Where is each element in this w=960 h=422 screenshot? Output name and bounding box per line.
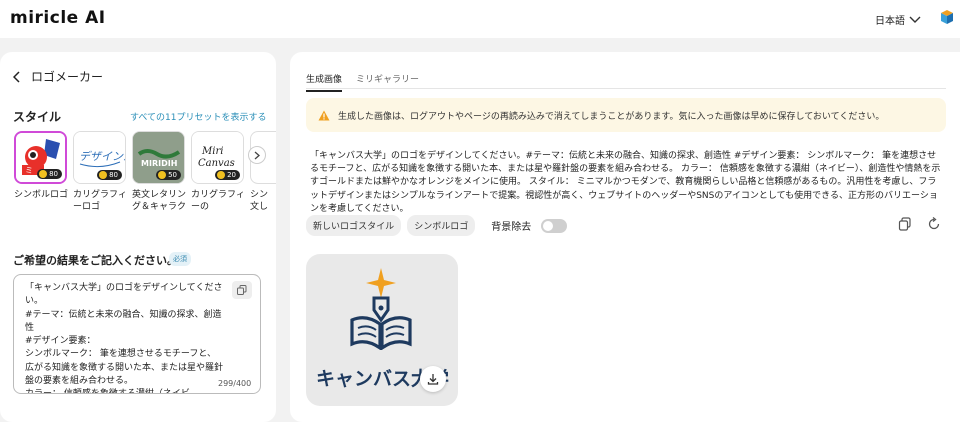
regenerate-icon[interactable] [927,217,941,231]
preset-label: 英文レタリン [132,190,187,200]
page-title: ロゴメーカー [31,70,104,84]
generated-image-card[interactable]: キャンバス大学 [306,254,458,406]
copy-icon [237,285,247,295]
svg-text:Canvas: Canvas [198,158,235,169]
tab-divider [306,88,946,89]
chip-new-logo-style[interactable]: 新しいロゴスタイル [306,215,402,236]
prompt-text[interactable]: 「キャンバス大学」のロゴをデザインしてください。 #テーマ：伝統と未来の融合、知… [25,282,223,393]
required-badge: 必須 [169,252,191,266]
preset-label: シン [250,190,269,200]
preset-label-line2: グ＆キャラク [132,202,187,211]
char-counter: 299/400 [218,379,252,388]
back-button[interactable]: ロゴメーカー [13,68,103,85]
chip-symbol-logo[interactable]: シンボルロゴ [407,215,476,236]
preset-label-line2: ーの [191,202,210,211]
language-selector[interactable]: 日本語 [875,12,921,27]
preset-carousel: ミ 80 シンボルロゴ デザインが 80 カリグラフィ ーロゴ MIRIDIH … [14,131,276,211]
warning-text: 生成した画像は、ログアウトやページの再読み込みで消えてしまうことがあります。気に… [338,111,885,122]
cost-badge: 20 [215,170,240,180]
cost-badge: 80 [37,169,62,179]
prompt-label: ご希望の結果をご記入ください。 [13,254,178,267]
download-button[interactable] [420,366,446,392]
warning-banner: 生成した画像は、ログアウトやページの再読み込みで消えてしまうことがあります。気に… [306,98,946,132]
tab-miri-gallery[interactable]: ミリギャラリー [356,72,419,92]
result-tabs: 生成画像 ミリギャラリー [306,72,419,92]
carousel-next-button[interactable] [248,146,266,164]
warning-icon [318,110,330,120]
preset-thumb-symbol-logo[interactable]: ミ 80 [14,131,67,184]
university-logo-mark [350,268,412,350]
copy-result-icon[interactable] [898,217,912,231]
coin-icon [158,171,167,179]
coin-icon [39,170,48,178]
svg-text:ミ: ミ [25,166,33,175]
toggle-knob [543,220,554,231]
svg-text:Miri: Miri [201,146,223,157]
style-section-title: スタイル [13,110,62,124]
preset-label: カリグラフィ [73,190,127,200]
download-icon [427,374,439,385]
tag-chips: 新しいロゴスタイル シンボルロゴ 背景除去 [306,215,568,236]
show-all-presets-link[interactable]: すべての11プリセットを表示する [130,110,266,123]
preset-label-line2: 文し [250,202,269,211]
preset-thumb-english-lettering[interactable]: MIRIDIH 50 [132,131,185,184]
preset-label: シンボルロゴ [14,190,69,200]
top-bar: miricle AI 日本語 [0,0,960,38]
preset-thumb-calligraphy-logo[interactable]: デザインが 80 [73,131,126,184]
prompt-textarea[interactable]: 「キャンバス大学」のロゴをデザインしてください。 #テーマ：伝統と未来の融合、知… [13,274,261,394]
language-label: 日本語 [875,16,905,27]
cost-badge: 50 [156,170,181,180]
coin-icon [99,171,108,179]
app-logo[interactable]: miricle AI [10,8,106,28]
copy-button[interactable] [232,281,252,299]
chevron-left-icon [13,70,20,83]
coin-icon [217,171,226,179]
tab-generated-images[interactable]: 生成画像 [306,72,343,92]
preset-thumb-calligraphy-2[interactable]: Miri Canvas 20 [191,131,244,184]
chevron-down-icon [909,16,921,23]
bg-remove-toggle[interactable] [541,218,568,233]
chevron-right-icon [254,151,260,159]
preset-label-line2: ーロゴ [73,202,101,211]
cost-badge: 80 [97,170,122,180]
svg-text:デザインが: デザインが [79,150,126,163]
svg-text:MIRIDIH: MIRIDIH [141,159,177,168]
generated-prompt-text: 「キャンバス大学」のロゴをデザインしてください。#テーマ：伝統と未来の融合、知識… [310,151,941,214]
preset-label: カリグラフィ [191,190,245,200]
cube-logo-icon[interactable] [940,9,954,25]
bg-remove-label: 背景除去 [491,222,532,233]
